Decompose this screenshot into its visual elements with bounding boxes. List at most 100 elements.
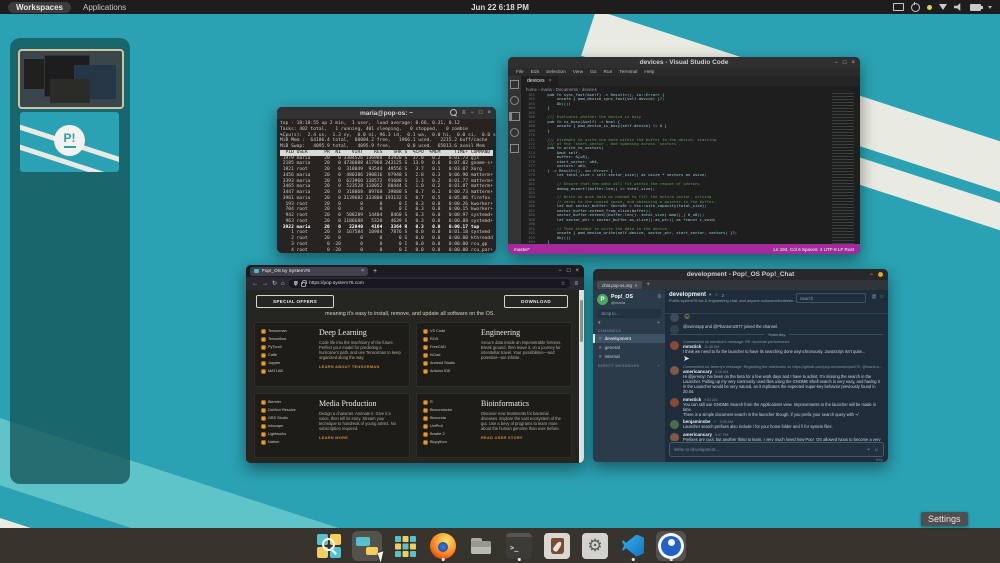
app-list-item[interactable]: ROS	[423, 337, 477, 342]
card-link[interactable]: LEARN ABOUT TENSORMAN	[319, 364, 401, 369]
menu-item[interactable]: Run	[603, 70, 612, 75]
system-tray[interactable]	[893, 3, 992, 12]
member-count[interactable]: 2	[721, 293, 724, 298]
app-list-item[interactable]: Tensorflow	[261, 337, 315, 342]
download-button[interactable]: DOWNLOAD	[504, 295, 568, 308]
channel-item[interactable]: # internal	[593, 352, 665, 361]
back-button[interactable]: ←	[252, 281, 258, 287]
terminal-titlebar[interactable]: maria@pop-os: ~ ≡ − □ ×	[277, 107, 496, 119]
editor-tab[interactable]: devices ×	[521, 76, 558, 86]
tab-close-icon[interactable]: ×	[549, 78, 552, 84]
avatar[interactable]	[670, 420, 679, 429]
emoji-picker-icon[interactable]: ☺	[874, 447, 879, 453]
search-icon[interactable]	[450, 109, 457, 116]
vscode-titlebar[interactable]: devices - Visual Studio Code − □ ×	[508, 57, 860, 68]
dock-item-applications[interactable]	[390, 531, 420, 561]
dock-item-pop-shop[interactable]	[542, 531, 572, 561]
avatar[interactable]	[670, 433, 679, 442]
minimize-button[interactable]: −	[558, 268, 562, 274]
tab-close-icon[interactable]: ×	[361, 268, 364, 274]
menu-item[interactable]: Help	[644, 70, 654, 75]
close-button[interactable]: ×	[575, 268, 579, 274]
username[interactable]: mmstick	[683, 344, 701, 349]
applications-menu[interactable]: Applications	[83, 3, 126, 12]
filter-caret-icon[interactable]: ▾	[598, 320, 601, 326]
menu-item[interactable]: Edit	[531, 70, 539, 75]
username[interactable]: americancary	[683, 432, 712, 437]
hamburger-menu-icon[interactable]: ≡	[574, 281, 578, 287]
app-list-item[interactable]: Caffe	[261, 353, 315, 358]
scrollbar[interactable]	[579, 290, 584, 463]
status-dot-icon[interactable]	[927, 5, 932, 10]
shield-icon[interactable]	[294, 281, 298, 286]
special-offers-button[interactable]: SPECIAL OFFERS	[256, 295, 334, 308]
reload-button[interactable]: ↻	[272, 280, 277, 287]
app-list-item[interactable]: Natron	[261, 440, 315, 445]
maximize-button[interactable]: □	[843, 60, 847, 66]
menu-item[interactable]: View	[573, 70, 583, 75]
app-list-item[interactable]: KiCad	[423, 353, 477, 358]
chat-window[interactable]: development - Pop!_OS Pop!_Chat − chat.p…	[593, 269, 888, 462]
avatar[interactable]	[670, 366, 679, 375]
search-icon[interactable]	[510, 96, 519, 105]
close-button[interactable]: ×	[487, 110, 491, 116]
menu-item[interactable]: Go	[590, 70, 596, 75]
volume-icon[interactable]	[954, 3, 963, 11]
app-list-item[interactable]: Bioconductor	[423, 408, 477, 413]
display-icon[interactable]	[893, 3, 904, 11]
dock-item-settings[interactable]: ⚙	[580, 531, 610, 561]
explorer-icon[interactable]	[510, 80, 519, 89]
menu-item[interactable]: Terminal	[619, 70, 637, 75]
message-input[interactable]: Write to development... + ☺	[669, 442, 884, 457]
menu-item[interactable]: Selection	[546, 70, 566, 75]
app-list-item[interactable]: Bowtie 2	[423, 432, 477, 437]
menu-icon[interactable]: ≡	[462, 110, 466, 116]
attachment-icon[interactable]: +	[867, 447, 870, 453]
app-list-item[interactable]: VS Code	[423, 329, 477, 334]
dock-item-workspaces[interactable]	[352, 531, 382, 561]
team-avatar[interactable]: P	[597, 294, 608, 305]
app-list-item[interactable]: Biopython	[423, 440, 477, 445]
channel-item[interactable]: # general	[593, 343, 665, 352]
bookmark-star-icon[interactable]: ☆	[561, 281, 566, 287]
card-link[interactable]: LEARN MORE	[319, 435, 401, 440]
app-list-item[interactable]: Bioconda	[423, 416, 477, 421]
add-dm-icon[interactable]: +	[657, 364, 660, 368]
home-button[interactable]: ⌂	[281, 281, 285, 287]
card-link[interactable]: READ USER STORY	[481, 435, 563, 440]
dock-item-firefox[interactable]	[428, 531, 458, 561]
app-list-item[interactable]: UniProt	[423, 424, 477, 429]
app-list-item[interactable]: OBS Studio	[261, 416, 315, 421]
workspace-thumbnail-empty[interactable]: P!	[20, 112, 119, 172]
workspaces-menu[interactable]: Workspaces	[8, 2, 71, 13]
debug-icon[interactable]	[510, 128, 519, 137]
minimize-button[interactable]: −	[470, 110, 474, 116]
maximize-button[interactable]: □	[567, 268, 571, 274]
chat-titlebar[interactable]: development - Pop!_OS Pop!_Chat −	[593, 269, 888, 280]
git-branch-label[interactable]: master*	[514, 247, 530, 252]
app-list-item[interactable]: Arduino IDE	[423, 369, 477, 374]
app-list-item[interactable]: MATLAB	[261, 369, 315, 374]
dock-item-files[interactable]	[466, 531, 496, 561]
close-button[interactable]	[878, 272, 883, 277]
chat-search-box[interactable]: Search	[796, 293, 866, 303]
dock-item-vscode[interactable]	[618, 531, 648, 561]
message-list[interactable]: ☺ @	[665, 310, 888, 441]
server-tab[interactable]: chat.pop-os.org ×	[597, 281, 642, 289]
extensions-icon[interactable]	[510, 144, 519, 153]
flagged-icon[interactable]: ☆	[880, 294, 884, 300]
terminal-window[interactable]: maria@pop-os: ~ ≡ − □ × top - 18:18:55 u…	[277, 107, 496, 253]
battery-icon[interactable]	[970, 4, 981, 11]
app-list-item[interactable]: Jupyter	[261, 361, 315, 366]
workspace-thumbnail-active[interactable]	[18, 49, 124, 109]
url-bar[interactable]: https://pop.system76.com ☆	[289, 279, 571, 288]
browser-tab[interactable]: Pop!_OS by System76 ×	[250, 267, 368, 276]
sidebar-menu-icon[interactable]: ≡	[657, 294, 661, 300]
dock-item-launcher[interactable]	[314, 531, 344, 561]
dock-item-chat[interactable]	[656, 531, 686, 561]
channel-item[interactable]: # development	[593, 334, 665, 343]
app-list-item[interactable]: Lightworks	[261, 432, 315, 437]
dock-item-terminal[interactable]: >_	[504, 531, 534, 561]
app-list-item[interactable]: Tensorman	[261, 329, 315, 334]
code-editor[interactable]: 161 pub fn sync_fast(&self) -> Result<()…	[521, 93, 830, 244]
